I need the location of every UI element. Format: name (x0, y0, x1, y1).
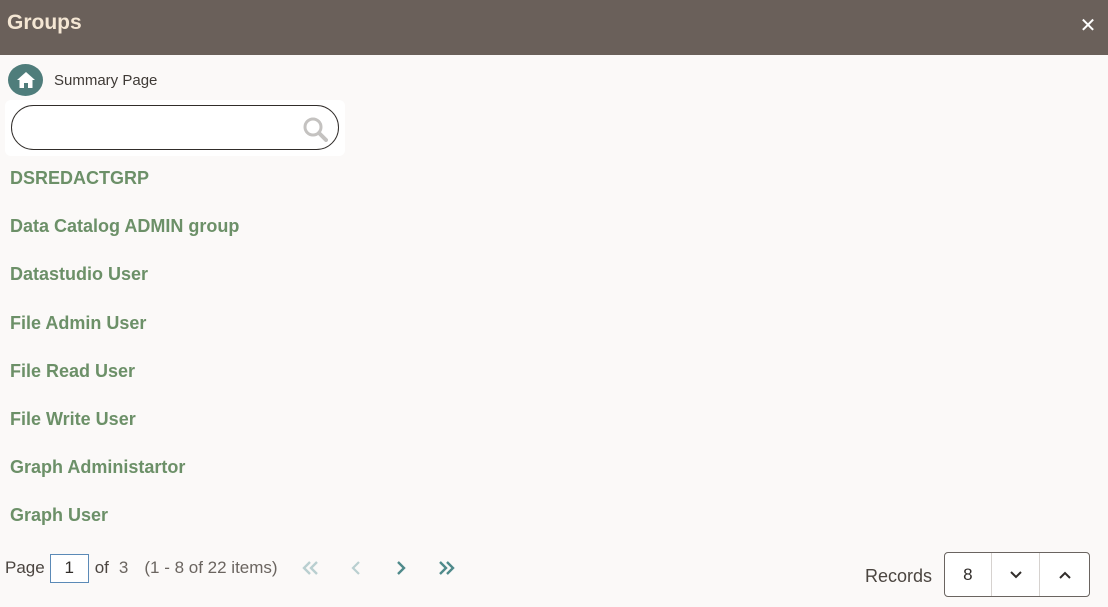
search-box (11, 105, 339, 150)
group-link[interactable]: Datastudio User (10, 262, 239, 310)
page-number-input[interactable] (49, 553, 89, 583)
first-page-button[interactable] (296, 553, 326, 583)
home-icon (16, 72, 35, 88)
group-link[interactable]: File Read User (10, 359, 239, 407)
group-link[interactable]: DSREDACTGRP (10, 166, 239, 214)
total-pages: 3 (118, 558, 129, 577)
chevron-right-icon (396, 561, 406, 575)
home-button[interactable] (8, 64, 43, 96)
double-chevron-left-icon (301, 561, 318, 575)
search-input[interactable] (26, 112, 296, 144)
close-icon: ✕ (1079, 14, 1097, 37)
chevron-down-icon (1009, 570, 1022, 578)
records-stepper: 8 (944, 552, 1090, 597)
next-page-button[interactable] (386, 553, 416, 583)
pagination: Page of 3 (1 - 8 of 22 items) (5, 553, 461, 583)
chevron-up-icon (1058, 571, 1071, 579)
page-label: Page (5, 558, 45, 577)
search-icon[interactable] (302, 116, 328, 142)
items-summary: (1 - 8 of 22 items) (144, 558, 278, 577)
group-link[interactable]: Graph Administartor (10, 455, 239, 503)
group-link[interactable]: File Admin User (10, 311, 239, 359)
records-value[interactable]: 8 (945, 553, 992, 596)
dialog-title: Groups (7, 11, 82, 34)
double-chevron-right-icon (438, 561, 455, 575)
records-label: Records (864, 566, 932, 586)
group-link[interactable]: File Write User (10, 407, 239, 455)
close-button[interactable]: ✕ (1076, 13, 1100, 37)
breadcrumb-summary-page[interactable]: Summary Page (54, 72, 157, 89)
previous-page-button[interactable] (341, 553, 371, 583)
group-link[interactable]: Graph User (10, 503, 239, 551)
chevron-left-icon (351, 561, 360, 575)
dialog-header: Groups ✕ (0, 0, 1108, 55)
of-label: of (94, 558, 109, 577)
group-link[interactable]: Data Catalog ADMIN group (10, 214, 239, 262)
group-list: DSREDACTGRP Data Catalog ADMIN group Dat… (10, 166, 239, 552)
records-increment-button[interactable] (1040, 553, 1089, 596)
search-container (5, 100, 345, 156)
last-page-button[interactable] (431, 553, 461, 583)
records-decrement-button[interactable] (992, 553, 1041, 596)
breadcrumb: Summary Page (8, 64, 157, 96)
